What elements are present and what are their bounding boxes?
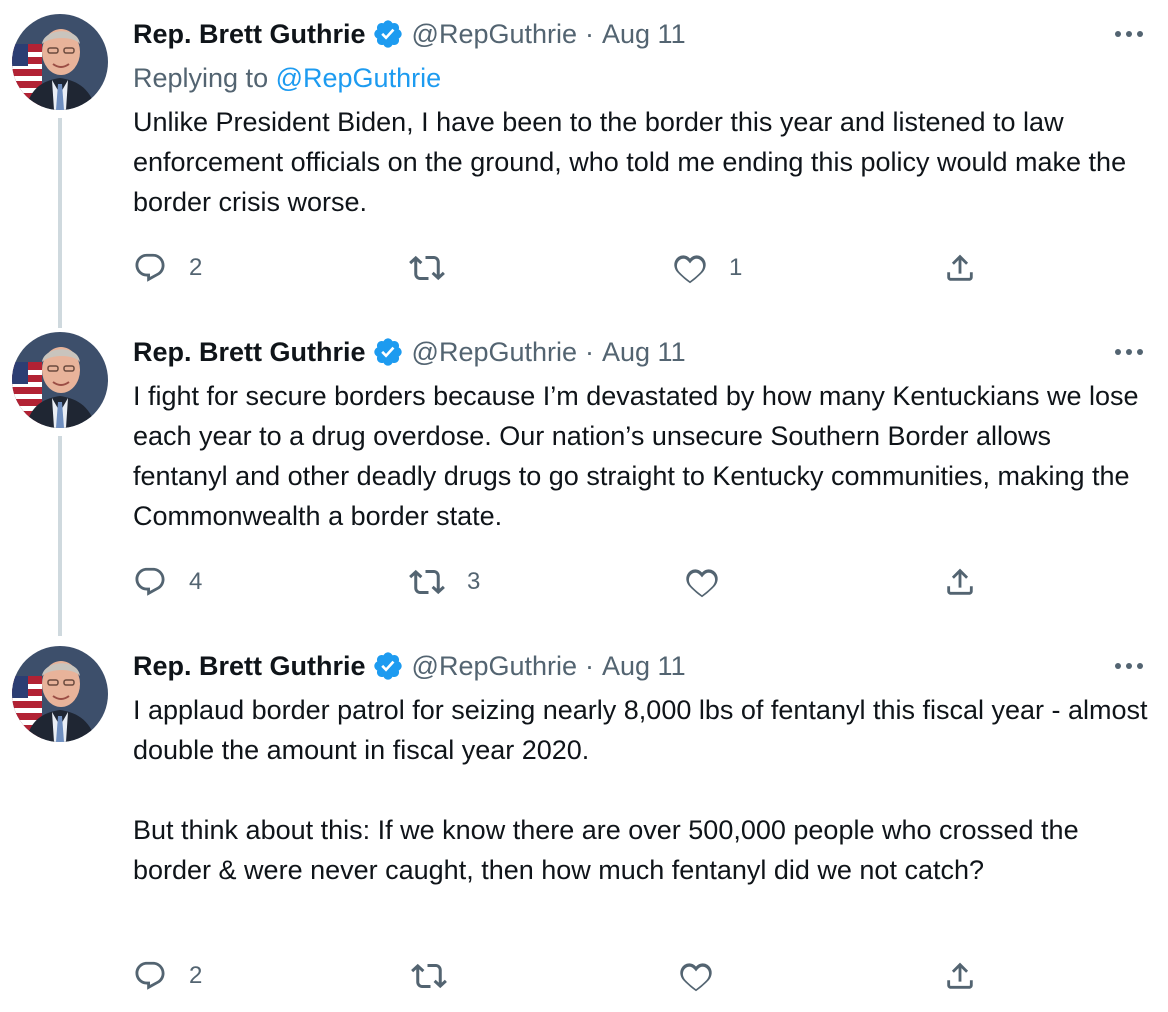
- replying-to-mention[interactable]: @RepGuthrie: [276, 63, 441, 93]
- tweet-date[interactable]: Aug 11: [602, 646, 686, 686]
- tweet-paragraph: But think about this: If we know there a…: [133, 815, 1079, 885]
- share-button[interactable]: [943, 248, 977, 288]
- reply-count: 2: [189, 254, 203, 281]
- retweet-icon: [409, 569, 445, 595]
- share-icon: [947, 254, 973, 281]
- avatar[interactable]: [12, 332, 108, 428]
- like-count: 1: [729, 254, 743, 281]
- avatar[interactable]: [12, 14, 108, 110]
- retweet-button[interactable]: [409, 248, 467, 288]
- tweet-text: I applaud border patrol for seizing near…: [133, 690, 1153, 890]
- retweet-button[interactable]: 3: [409, 562, 480, 602]
- reply-button[interactable]: 4: [133, 562, 202, 602]
- tweet-text: I fight for secure borders because I’m d…: [133, 376, 1153, 536]
- tweet-paragraph: Unlike President Biden, I have been to t…: [133, 107, 1127, 217]
- tweet-paragraph: I fight for secure borders because I’m d…: [133, 381, 1139, 531]
- share-icon: [947, 962, 973, 989]
- author-handle[interactable]: @RepGuthrie: [412, 14, 577, 54]
- share-button[interactable]: [943, 956, 977, 996]
- retweet-icon: [411, 963, 447, 989]
- author-name[interactable]: Rep. Brett Guthrie: [133, 332, 366, 372]
- tweet-actions: 4 3: [133, 562, 993, 602]
- verified-badge-icon: [372, 336, 404, 368]
- verified-badge-icon: [372, 18, 404, 50]
- reply-icon: [135, 567, 165, 596]
- thread-line: [58, 436, 62, 636]
- tweet-actions: 2: [133, 956, 993, 996]
- like-button[interactable]: 1: [673, 248, 742, 288]
- reply-button[interactable]: 2: [133, 956, 202, 996]
- thread-line: [58, 118, 62, 328]
- replying-to-label: Replying to: [133, 63, 269, 93]
- tweet-date[interactable]: Aug 11: [602, 332, 686, 372]
- like-button[interactable]: [679, 956, 735, 996]
- share-button[interactable]: [943, 562, 977, 602]
- more-options-icon[interactable]: [1108, 14, 1144, 54]
- like-button[interactable]: [685, 562, 741, 602]
- avatar-image: [12, 646, 108, 742]
- replying-to: Replying to @RepGuthrie: [133, 58, 441, 98]
- separator-dot: ·: [585, 337, 595, 367]
- tweet-paragraph: I applaud border patrol for seizing near…: [133, 695, 1148, 765]
- separator-dot: ·: [585, 19, 595, 49]
- reply-icon: [135, 961, 165, 990]
- tweet-header: Rep. Brett Guthrie @RepGuthrie · Aug 11: [133, 332, 686, 372]
- tweet-date[interactable]: Aug 11: [602, 14, 686, 54]
- reply-icon: [135, 253, 165, 282]
- like-icon: [674, 255, 706, 284]
- verified-badge-icon: [372, 650, 404, 682]
- reply-count: 4: [189, 568, 203, 595]
- tweet-actions: 2 1: [133, 248, 993, 288]
- reply-button[interactable]: 2: [133, 248, 202, 288]
- author-name[interactable]: Rep. Brett Guthrie: [133, 646, 366, 686]
- author-handle[interactable]: @RepGuthrie: [412, 646, 577, 686]
- tweet-text: Unlike President Biden, I have been to t…: [133, 102, 1153, 222]
- more-options-icon[interactable]: [1108, 332, 1144, 372]
- author-handle[interactable]: @RepGuthrie: [412, 332, 577, 372]
- reply-count: 2: [189, 962, 203, 989]
- like-icon: [680, 963, 712, 992]
- retweet-icon: [409, 255, 445, 281]
- tweet-header: Rep. Brett Guthrie @RepGuthrie · Aug 11: [133, 14, 686, 54]
- avatar[interactable]: [12, 646, 108, 742]
- separator-dot: ·: [585, 651, 595, 681]
- like-icon: [686, 569, 718, 598]
- avatar-image: [12, 14, 108, 110]
- author-name[interactable]: Rep. Brett Guthrie: [133, 14, 366, 54]
- retweet-count: 3: [467, 568, 481, 595]
- tweet-header: Rep. Brett Guthrie @RepGuthrie · Aug 11: [133, 646, 686, 686]
- avatar-image: [12, 332, 108, 428]
- share-icon: [947, 568, 973, 595]
- more-options-icon[interactable]: [1108, 646, 1144, 686]
- retweet-button[interactable]: [411, 956, 469, 996]
